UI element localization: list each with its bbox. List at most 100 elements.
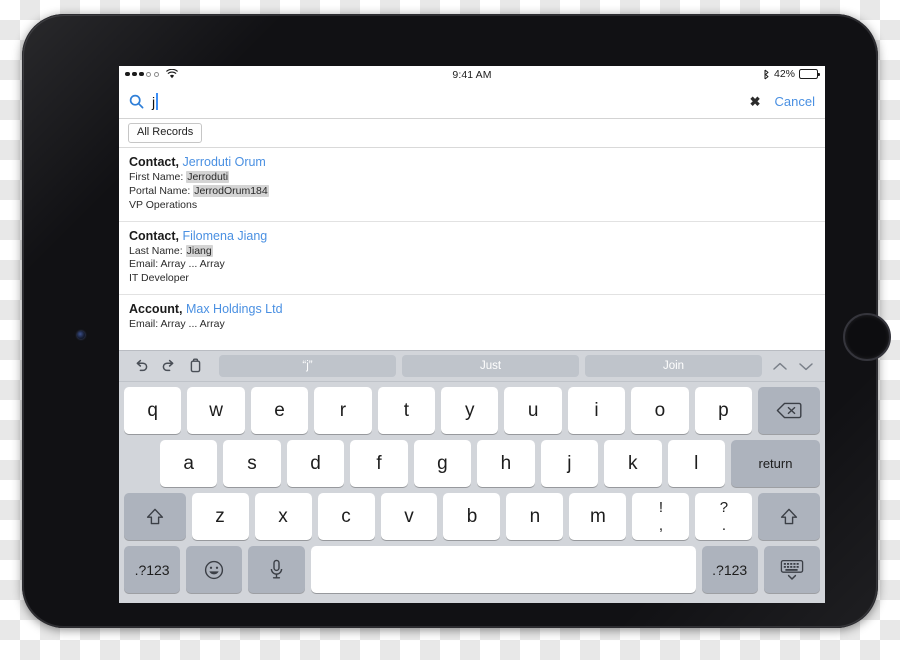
- list-item[interactable]: Contact, Jerroduti Orum First Name: Jerr…: [119, 148, 825, 222]
- suggestion-2[interactable]: Join: [585, 355, 762, 377]
- clear-search-icon[interactable]: ✖: [750, 95, 761, 108]
- numeric-key-left[interactable]: .?123: [124, 546, 181, 593]
- result-field-label: Portal Name:: [129, 184, 191, 197]
- key-y[interactable]: y: [441, 387, 499, 434]
- result-type-label: Contact,: [129, 155, 179, 169]
- key-f[interactable]: f: [350, 440, 408, 487]
- search-input[interactable]: j: [152, 85, 750, 118]
- key-p[interactable]: p: [694, 387, 753, 434]
- result-field-label: First Name:: [129, 171, 184, 183]
- return-key[interactable]: return: [730, 440, 820, 487]
- bluetooth-icon: [763, 69, 770, 80]
- search-results-list: Contact, Jerroduti Orum First Name: Jerr…: [119, 148, 825, 337]
- shift-icon: [781, 508, 798, 524]
- filter-chip-all-records[interactable]: All Records: [128, 123, 203, 143]
- chevron-down-icon[interactable]: [798, 361, 814, 372]
- key-g[interactable]: g: [413, 440, 472, 487]
- result-type-label: Account,: [129, 302, 183, 317]
- keyboard-row-3: z x c v b n m ! , ? .: [124, 493, 820, 540]
- backspace-icon[interactable]: [758, 387, 821, 434]
- redo-icon[interactable]: [155, 355, 182, 377]
- key-a[interactable]: a: [159, 440, 218, 487]
- list-item[interactable]: Contact, Filomena Jiang Last Name: Jiang…: [119, 222, 825, 296]
- autocorrect-suggestions: “j” Just Join: [219, 355, 762, 377]
- result-field-value: Array ... Array: [160, 318, 225, 331]
- emoji-key[interactable]: [186, 546, 243, 593]
- result-type-label: Contact,: [129, 228, 179, 243]
- key-exclamation-label: !: [658, 499, 664, 516]
- key-h[interactable]: h: [477, 440, 535, 487]
- result-field: Email: Array ... Array: [129, 258, 815, 272]
- search-bar: j ✖ Cancel: [119, 85, 825, 119]
- status-bar: 9:41 AM 42%: [119, 66, 825, 85]
- onscreen-keyboard: “j” Just Join q w e r t y u i o p a s d …: [119, 350, 825, 603]
- status-bar-right: 42%: [763, 68, 821, 80]
- cancel-button[interactable]: Cancel: [775, 94, 815, 109]
- result-field-value: Jerroduti: [186, 171, 230, 183]
- key-x[interactable]: x: [254, 493, 312, 540]
- result-title: Contact, Jerroduti Orum: [129, 155, 815, 169]
- dismiss-keyboard-icon: [780, 559, 804, 580]
- numeric-key-right[interactable]: .?123: [701, 546, 758, 593]
- shift-key-left[interactable]: [124, 493, 186, 540]
- result-link[interactable]: Max Holdings Ltd: [186, 302, 283, 316]
- result-field-label: Email:: [129, 318, 159, 331]
- keyboard-row-1: q w e r t y u i o p: [124, 387, 821, 434]
- key-question-period[interactable]: ? .: [695, 493, 753, 540]
- key-d[interactable]: d: [286, 440, 345, 487]
- key-w[interactable]: w: [187, 387, 245, 434]
- key-l[interactable]: l: [667, 440, 725, 487]
- key-question-label: ?: [719, 499, 729, 516]
- key-i[interactable]: i: [567, 387, 626, 434]
- battery-percent-label: 42%: [773, 68, 795, 80]
- dismiss-keyboard-key[interactable]: [763, 546, 820, 593]
- key-t[interactable]: t: [377, 387, 436, 434]
- suggestion-1[interactable]: Just: [402, 355, 579, 377]
- result-field-value: Jiang: [185, 244, 213, 257]
- key-z[interactable]: z: [191, 493, 249, 540]
- key-exclamation-comma[interactable]: ! ,: [632, 493, 690, 540]
- result-link[interactable]: Jerroduti Orum: [182, 155, 265, 169]
- keyboard-toolbar: “j” Just Join: [119, 351, 825, 382]
- result-subtitle: VP Operations: [129, 198, 198, 211]
- keyboard-nav-arrows: [772, 361, 816, 372]
- emoji-icon: [205, 560, 224, 579]
- chevron-up-icon[interactable]: [772, 361, 788, 372]
- microphone-key[interactable]: [248, 546, 305, 593]
- keyboard-row-4: .?123 .?123: [124, 546, 820, 593]
- result-field: Email: Array ... Array: [129, 318, 815, 332]
- home-button[interactable]: [843, 313, 891, 361]
- key-r[interactable]: r: [314, 387, 372, 434]
- space-key[interactable]: [310, 546, 696, 593]
- shift-key-right[interactable]: [758, 493, 820, 540]
- key-b[interactable]: b: [443, 493, 501, 540]
- row2-left-spacer: [124, 440, 154, 487]
- result-link[interactable]: Filomena Jiang: [182, 229, 267, 243]
- list-item[interactable]: Account, Max Holdings Ltd Email: Array .…: [119, 295, 825, 337]
- key-j[interactable]: j: [540, 440, 599, 487]
- key-k[interactable]: k: [604, 440, 662, 487]
- key-u[interactable]: u: [504, 387, 562, 434]
- suggestion-0[interactable]: “j”: [219, 355, 396, 377]
- result-subtitle: IT Developer: [129, 272, 189, 285]
- status-bar-time: 9:41 AM: [452, 69, 492, 81]
- key-m[interactable]: m: [569, 493, 627, 540]
- key-o[interactable]: o: [631, 387, 689, 434]
- key-period-label: .: [721, 517, 726, 534]
- key-c[interactable]: c: [317, 493, 375, 540]
- key-n[interactable]: n: [506, 493, 564, 540]
- paste-icon[interactable]: [182, 355, 209, 377]
- key-s[interactable]: s: [223, 440, 281, 487]
- microphone-icon: [270, 559, 283, 579]
- key-e[interactable]: e: [250, 387, 309, 434]
- result-field: Last Name: Jiang: [129, 244, 815, 259]
- screen: 9:41 AM 42% j ✖ Cancel All Records Conta…: [119, 66, 825, 603]
- battery-icon: [799, 69, 821, 79]
- result-field-label: Email:: [129, 258, 159, 271]
- keyboard-rows: q w e r t y u i o p a s d f g h j k l re…: [119, 382, 825, 593]
- key-v[interactable]: v: [380, 493, 438, 540]
- undo-icon[interactable]: [128, 355, 155, 377]
- key-comma-label: ,: [658, 517, 664, 534]
- key-q[interactable]: q: [124, 387, 182, 434]
- result-field: First Name: Jerroduti: [129, 171, 815, 185]
